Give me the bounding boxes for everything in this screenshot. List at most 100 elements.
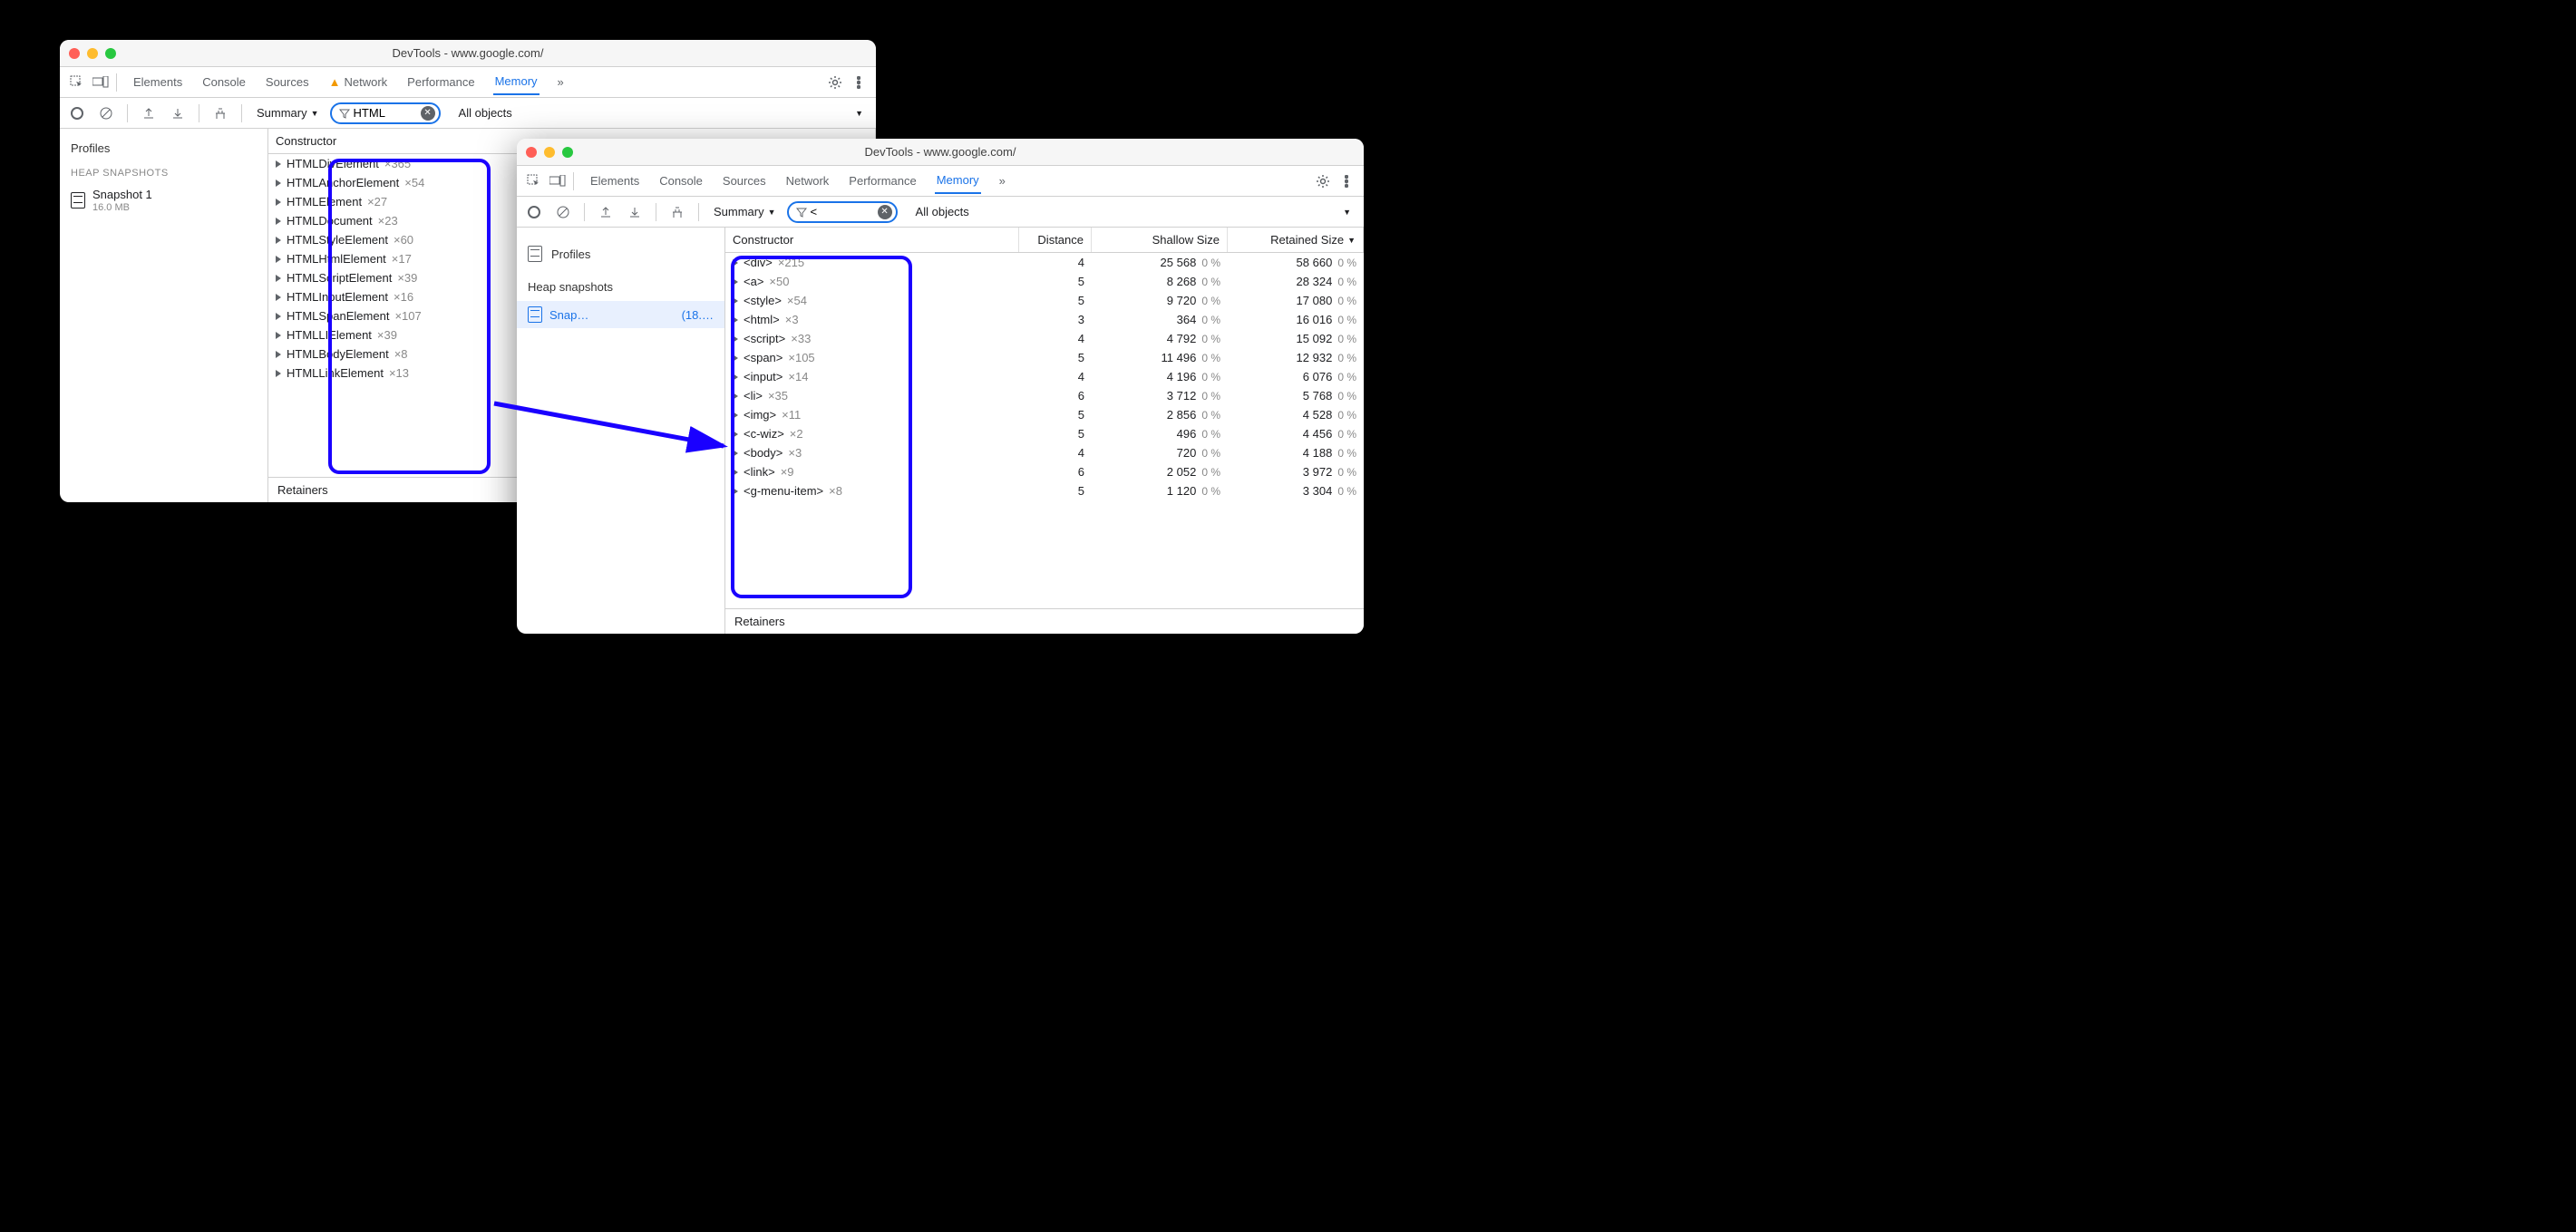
expand-caret-icon[interactable]	[733, 316, 738, 324]
download-icon[interactable]	[166, 102, 190, 125]
main-toolbar: Elements Console Sources ▲Network Perfor…	[60, 67, 876, 98]
device-icon[interactable]	[89, 71, 112, 94]
constructor-count: ×60	[394, 233, 413, 247]
tab-memory[interactable]: Memory	[935, 168, 981, 194]
constructor-row[interactable]: <c-wiz>×2 5 4960 % 4 4560 %	[725, 424, 1364, 443]
shallow-size: 4960 %	[1084, 427, 1220, 441]
upload-icon[interactable]	[594, 200, 617, 224]
constructor-name: HTMLAnchorElement	[287, 176, 399, 189]
constructor-row[interactable]: <html>×3 3 3640 % 16 0160 %	[725, 310, 1364, 329]
tab-performance[interactable]: Performance	[405, 69, 476, 95]
tab-network[interactable]: Network	[784, 168, 831, 194]
tab-sources[interactable]: Sources	[264, 69, 311, 95]
collect-garbage-icon[interactable]	[666, 200, 689, 224]
collect-garbage-icon[interactable]	[209, 102, 232, 125]
clear-icon[interactable]	[94, 102, 118, 125]
expand-caret-icon[interactable]	[733, 373, 738, 381]
tab-memory[interactable]: Memory	[493, 69, 540, 95]
kebab-menu-icon[interactable]	[1335, 170, 1358, 193]
expand-caret-icon[interactable]	[276, 313, 281, 320]
settings-icon[interactable]	[823, 71, 847, 94]
expand-caret-icon[interactable]	[276, 160, 281, 168]
expand-caret-icon[interactable]	[733, 259, 738, 267]
constructor-row[interactable]: <style>×54 5 9 7200 % 17 0800 %	[725, 291, 1364, 310]
expand-caret-icon[interactable]	[276, 294, 281, 301]
view-dropdown[interactable]: Summary ▼	[708, 203, 782, 220]
col-distance[interactable]: Distance	[1019, 228, 1092, 252]
tab-console[interactable]: Console	[657, 168, 705, 194]
expand-caret-icon[interactable]	[733, 450, 738, 457]
upload-icon[interactable]	[137, 102, 160, 125]
expand-caret-icon[interactable]	[733, 469, 738, 476]
expand-caret-icon[interactable]	[733, 431, 738, 438]
tab-elements[interactable]: Elements	[131, 69, 184, 95]
col-shallow[interactable]: Shallow Size	[1092, 228, 1228, 252]
tab-sources[interactable]: Sources	[721, 168, 768, 194]
expand-caret-icon[interactable]	[733, 335, 738, 343]
clear-filter-icon[interactable]: ✕	[421, 106, 435, 121]
view-dropdown[interactable]: Summary ▼	[251, 104, 325, 121]
kebab-menu-icon[interactable]	[847, 71, 870, 94]
constructor-name: HTMLStyleElement	[287, 233, 388, 247]
record-icon[interactable]	[522, 200, 546, 224]
col-retained[interactable]: Retained Size▼	[1228, 228, 1364, 252]
expand-caret-icon[interactable]	[276, 218, 281, 225]
constructor-row[interactable]: <g-menu-item>×8 5 1 1200 % 3 3040 %	[725, 481, 1364, 500]
expand-caret-icon[interactable]	[276, 256, 281, 263]
col-constructor[interactable]: Constructor	[725, 228, 1019, 252]
expand-caret-icon[interactable]	[733, 354, 738, 362]
expand-caret-icon[interactable]	[276, 351, 281, 358]
retained-size: 15 0920 %	[1220, 332, 1356, 345]
filter-input[interactable]	[354, 106, 417, 120]
main-toolbar: Elements Console Sources Network Perform…	[517, 166, 1364, 197]
device-icon[interactable]	[546, 170, 569, 193]
snapshot-item[interactable]: Snapshot 1 16.0 MB	[60, 182, 267, 219]
constructor-row[interactable]: <script>×33 4 4 7920 % 15 0920 %	[725, 329, 1364, 348]
tab-console[interactable]: Console	[200, 69, 248, 95]
expand-caret-icon[interactable]	[276, 275, 281, 282]
constructor-row[interactable]: <span>×105 5 11 4960 % 12 9320 %	[725, 348, 1364, 367]
expand-caret-icon[interactable]	[733, 278, 738, 286]
constructor-row[interactable]: <a>×50 5 8 2680 % 28 3240 %	[725, 272, 1364, 291]
shallow-size: 2 8560 %	[1084, 408, 1220, 422]
shallow-size: 1 1200 %	[1084, 484, 1220, 498]
expand-caret-icon[interactable]	[276, 370, 281, 377]
expand-caret-icon[interactable]	[276, 179, 281, 187]
tab-performance[interactable]: Performance	[847, 168, 918, 194]
expand-caret-icon[interactable]	[733, 412, 738, 419]
expand-caret-icon[interactable]	[733, 393, 738, 400]
inspect-icon[interactable]	[522, 170, 546, 193]
constructor-count: ×3	[785, 313, 799, 326]
expand-caret-icon[interactable]	[276, 237, 281, 244]
expand-caret-icon[interactable]	[276, 332, 281, 339]
clear-filter-icon[interactable]: ✕	[878, 205, 892, 219]
expand-caret-icon[interactable]	[733, 488, 738, 495]
clear-icon[interactable]	[551, 200, 575, 224]
filter-input[interactable]	[811, 205, 874, 218]
constructor-row[interactable]: <input>×14 4 4 1960 % 6 0760 %	[725, 367, 1364, 386]
tab-elements[interactable]: Elements	[588, 168, 641, 194]
objects-dropdown[interactable]: All objects	[453, 104, 518, 121]
expand-caret-icon[interactable]	[276, 199, 281, 206]
constructor-row[interactable]: <li>×35 6 3 7120 % 5 7680 %	[725, 386, 1364, 405]
tab-network[interactable]: ▲Network	[327, 69, 390, 95]
inspect-icon[interactable]	[65, 71, 89, 94]
settings-icon[interactable]	[1311, 170, 1335, 193]
constructor-name: <link>	[744, 465, 775, 479]
objects-dropdown[interactable]: All objects	[910, 203, 975, 220]
filter-input-wrapper: ✕	[787, 201, 898, 223]
constructor-row[interactable]: <img>×11 5 2 8560 % 4 5280 %	[725, 405, 1364, 424]
download-icon[interactable]	[623, 200, 646, 224]
constructor-row[interactable]: <body>×3 4 7200 % 4 1880 %	[725, 443, 1364, 462]
record-icon[interactable]	[65, 102, 89, 125]
more-tabs-icon[interactable]: »	[556, 69, 566, 95]
warning-icon: ▲	[329, 75, 341, 89]
snapshot-item[interactable]: Snap… (18.…	[517, 301, 724, 328]
constructor-row[interactable]: <div>×215 4 25 5680 % 58 6600 %	[725, 253, 1364, 272]
retained-size: 3 3040 %	[1220, 484, 1356, 498]
constructor-row[interactable]: <link>×9 6 2 0520 % 3 9720 %	[725, 462, 1364, 481]
more-tabs-icon[interactable]: »	[997, 168, 1007, 194]
retainers-panel[interactable]: Retainers	[725, 608, 1364, 634]
constructor-name: HTMLElement	[287, 195, 362, 209]
expand-caret-icon[interactable]	[733, 297, 738, 305]
